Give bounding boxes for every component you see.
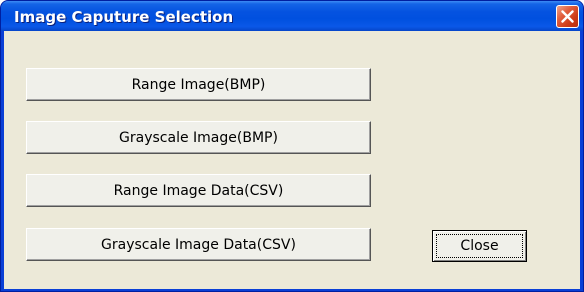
close-icon xyxy=(561,10,574,23)
dialog-window: Image Caputure Selection Range Image(BMP… xyxy=(0,0,584,292)
dialog-client-area: Range Image(BMP) Grayscale Image(BMP) Ra… xyxy=(4,31,580,289)
window-title: Image Caputure Selection xyxy=(14,8,234,26)
range-image-bmp-button[interactable]: Range Image(BMP) xyxy=(26,68,371,101)
close-button[interactable]: Close xyxy=(432,230,527,262)
grayscale-image-bmp-button[interactable]: Grayscale Image(BMP) xyxy=(26,121,371,154)
range-image-data-csv-label: Range Image Data(CSV) xyxy=(113,182,284,199)
focus-ring xyxy=(436,234,523,258)
titlebar-close-button[interactable] xyxy=(556,5,579,28)
grayscale-image-data-csv-button[interactable]: Grayscale Image Data(CSV) xyxy=(26,228,371,261)
title-bar[interactable]: Image Caputure Selection xyxy=(1,1,583,31)
grayscale-image-bmp-label: Grayscale Image(BMP) xyxy=(119,129,278,146)
range-image-bmp-label: Range Image(BMP) xyxy=(131,76,266,93)
grayscale-image-data-csv-label: Grayscale Image Data(CSV) xyxy=(101,236,296,253)
range-image-data-csv-button[interactable]: Range Image Data(CSV) xyxy=(26,174,371,207)
